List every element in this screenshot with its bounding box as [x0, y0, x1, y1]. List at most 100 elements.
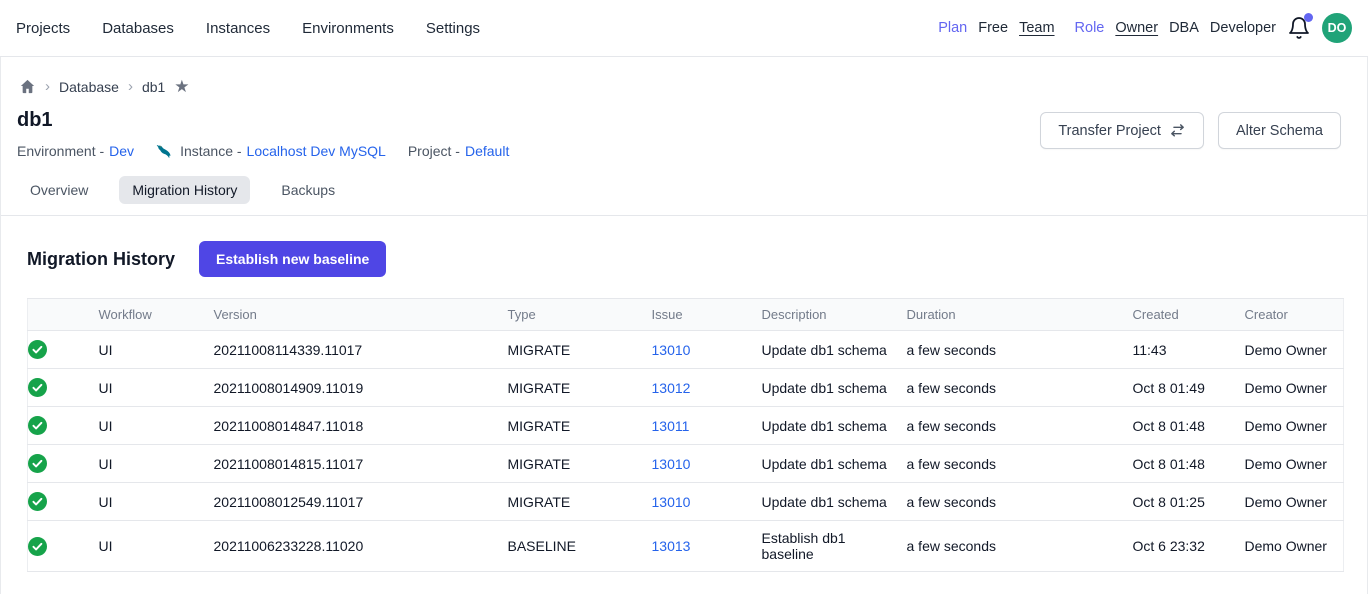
avatar[interactable]: DO	[1322, 13, 1352, 43]
cell-created: Oct 8 01:25	[1133, 483, 1245, 521]
cell-created: 11:43	[1133, 331, 1245, 369]
plan-label: Plan	[938, 20, 967, 36]
col-created: Created	[1133, 299, 1245, 331]
page-title: db1	[17, 109, 509, 132]
plan-free[interactable]: Free	[978, 20, 1008, 36]
table-header-row: Workflow Version Type Issue Description …	[28, 299, 1344, 331]
main-content: › Database › db1 ★ db1 Environment - Dev	[0, 57, 1368, 594]
cell-description: Establish db1 baseline	[762, 521, 907, 572]
cell-created: Oct 8 01:49	[1133, 369, 1245, 407]
establish-baseline-button[interactable]: Establish new baseline	[199, 241, 386, 277]
top-navigation: Projects Databases Instances Environment…	[0, 0, 1368, 57]
notification-dot	[1304, 13, 1313, 22]
favorite-star-icon[interactable]: ★	[174, 78, 189, 95]
tab-backups[interactable]: Backups	[268, 176, 348, 204]
nav-projects[interactable]: Projects	[16, 20, 70, 37]
nav-links: Projects Databases Instances Environment…	[16, 20, 480, 37]
cell-version: 20211008014909.11019	[214, 369, 508, 407]
cell-creator: Demo Owner	[1245, 407, 1344, 445]
tab-migration-history[interactable]: Migration History	[119, 176, 250, 204]
cell-duration: a few seconds	[907, 369, 1133, 407]
success-check-icon	[28, 537, 91, 556]
tab-bar: Overview Migration History Backups	[1, 159, 1367, 216]
cell-description: Update db1 schema	[762, 331, 907, 369]
cell-workflow: UI	[99, 483, 214, 521]
chevron-right-icon: ›	[45, 78, 50, 95]
migration-history-table: Workflow Version Type Issue Description …	[27, 298, 1344, 572]
plan-team[interactable]: Team	[1019, 20, 1054, 36]
table-row: UI 20211008014909.11019 MIGRATE 13012 Up…	[28, 369, 1344, 407]
transfer-project-button[interactable]: Transfer Project	[1040, 112, 1204, 149]
page-header-left: db1 Environment - Dev Instance - Localho…	[17, 109, 509, 159]
migration-history-section: Migration History Establish new baseline…	[1, 216, 1367, 572]
table-row: UI 20211008014847.11018 MIGRATE 13011 Up…	[28, 407, 1344, 445]
cell-description: Update db1 schema	[762, 483, 907, 521]
home-icon[interactable]	[19, 78, 36, 95]
cell-workflow: UI	[99, 407, 214, 445]
section-title: Migration History	[27, 249, 175, 270]
cell-workflow: UI	[99, 369, 214, 407]
cell-workflow: UI	[99, 331, 214, 369]
cell-type: MIGRATE	[508, 445, 652, 483]
cell-version: 20211008114339.11017	[214, 331, 508, 369]
cell-version: 20211008014847.11018	[214, 407, 508, 445]
col-version: Version	[214, 299, 508, 331]
table-row: UI 20211008114339.11017 MIGRATE 13010 Up…	[28, 331, 1344, 369]
issue-link[interactable]: 13012	[652, 380, 691, 396]
breadcrumb-database[interactable]: Database	[59, 79, 119, 95]
nav-environments[interactable]: Environments	[302, 20, 394, 37]
issue-link[interactable]: 13013	[652, 538, 691, 554]
role-owner[interactable]: Owner	[1115, 20, 1158, 36]
cell-created: Oct 6 23:32	[1133, 521, 1245, 572]
nav-instances[interactable]: Instances	[206, 20, 270, 37]
page-header: db1 Environment - Dev Instance - Localho…	[1, 95, 1367, 159]
instance-label: Instance -	[180, 143, 241, 159]
issue-link[interactable]: 13010	[652, 494, 691, 510]
cell-duration: a few seconds	[907, 445, 1133, 483]
cell-version: 20211008012549.11017	[214, 483, 508, 521]
cell-version: 20211008014815.11017	[214, 445, 508, 483]
issue-link[interactable]: 13011	[652, 418, 690, 434]
success-check-icon	[28, 378, 91, 397]
cell-duration: a few seconds	[907, 407, 1133, 445]
chevron-right-icon: ›	[128, 78, 133, 95]
col-description: Description	[762, 299, 907, 331]
issue-link[interactable]: 13010	[652, 456, 691, 472]
col-duration: Duration	[907, 299, 1133, 331]
cell-duration: a few seconds	[907, 331, 1133, 369]
cell-creator: Demo Owner	[1245, 521, 1344, 572]
cell-duration: a few seconds	[907, 483, 1133, 521]
role-dba[interactable]: DBA	[1169, 20, 1199, 36]
breadcrumb: › Database › db1 ★	[1, 57, 1367, 95]
table-row: UI 20211006233228.11020 BASELINE 13013 E…	[28, 521, 1344, 572]
cell-type: MIGRATE	[508, 407, 652, 445]
cell-created: Oct 8 01:48	[1133, 407, 1245, 445]
nav-databases[interactable]: Databases	[102, 20, 174, 37]
alter-schema-button[interactable]: Alter Schema	[1218, 112, 1341, 149]
nav-settings[interactable]: Settings	[426, 20, 480, 37]
cell-description: Update db1 schema	[762, 369, 907, 407]
project-label: Project -	[408, 143, 460, 159]
tab-overview[interactable]: Overview	[17, 176, 101, 204]
cell-type: BASELINE	[508, 521, 652, 572]
role-developer[interactable]: Developer	[1210, 20, 1276, 36]
cell-workflow: UI	[99, 521, 214, 572]
cell-creator: Demo Owner	[1245, 483, 1344, 521]
cell-description: Update db1 schema	[762, 407, 907, 445]
cell-duration: a few seconds	[907, 521, 1133, 572]
success-check-icon	[28, 492, 91, 511]
notification-bell-icon[interactable]	[1287, 15, 1311, 41]
col-workflow: Workflow	[99, 299, 214, 331]
instance-link[interactable]: Localhost Dev MySQL	[247, 143, 386, 159]
environment-link[interactable]: Dev	[109, 143, 134, 159]
section-header: Migration History Establish new baseline	[27, 241, 1341, 277]
cell-creator: Demo Owner	[1245, 331, 1344, 369]
table-row: UI 20211008014815.11017 MIGRATE 13010 Up…	[28, 445, 1344, 483]
col-type: Type	[508, 299, 652, 331]
col-issue: Issue	[652, 299, 762, 331]
cell-type: MIGRATE	[508, 331, 652, 369]
issue-link[interactable]: 13010	[652, 342, 691, 358]
project-link[interactable]: Default	[465, 143, 509, 159]
success-check-icon	[28, 416, 91, 435]
col-creator: Creator	[1245, 299, 1344, 331]
